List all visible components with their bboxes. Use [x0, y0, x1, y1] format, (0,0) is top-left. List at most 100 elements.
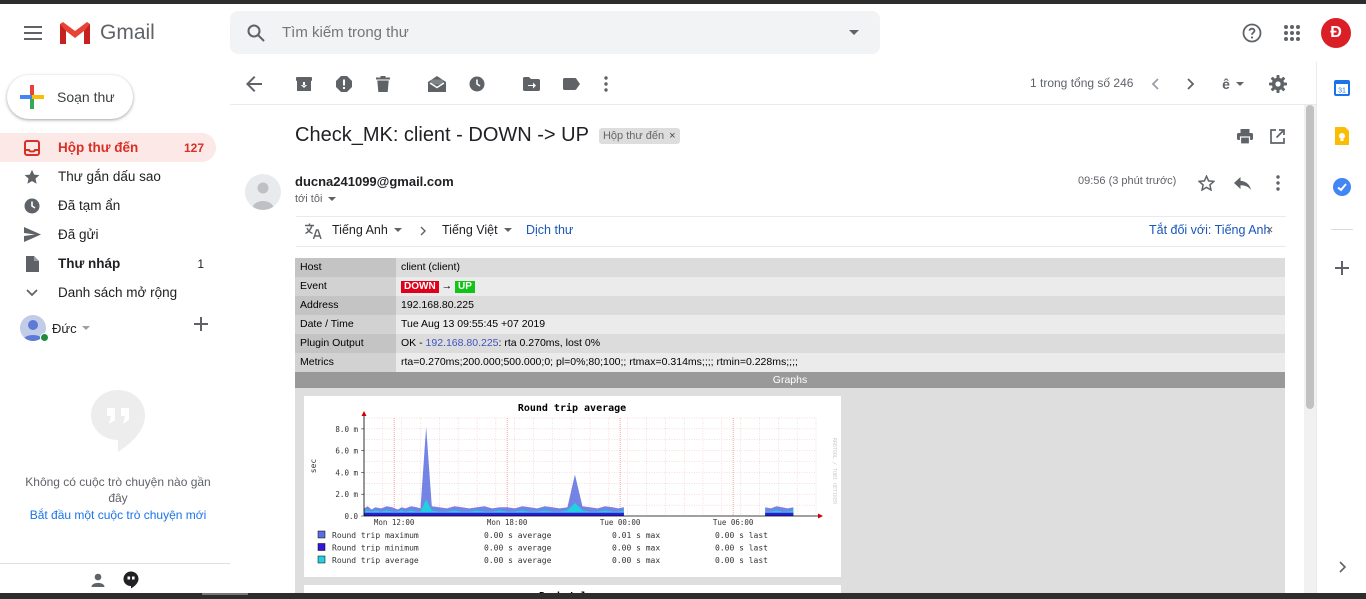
y-tick-label: 0.0 [344, 512, 358, 521]
report-spam-button[interactable] [333, 73, 355, 95]
gmail-logo[interactable]: Gmail [58, 17, 155, 49]
target-language-select[interactable]: Tiếng Việt [442, 223, 512, 237]
sidebar-item-inbox[interactable]: Hộp thư đến 127 [0, 133, 216, 162]
apps-button[interactable] [1278, 19, 1306, 47]
gear-icon [1269, 75, 1287, 93]
hangouts-user[interactable]: Đức [20, 315, 220, 342]
apps-grid-icon [1284, 25, 1300, 41]
host-address-link[interactable]: 192.168.80.225 [426, 337, 499, 349]
inbox-count: 127 [183, 140, 204, 155]
legend-name: Round trip maximum [332, 531, 419, 540]
keep-addon[interactable] [1332, 126, 1352, 146]
input-tools-button[interactable]: ê [1216, 73, 1250, 95]
help-button[interactable] [1238, 19, 1266, 47]
x-axis-arrow [818, 513, 823, 519]
input-tools-icon: ê [1222, 76, 1230, 92]
sidebar: Soạn thư Hộp thư đến 127 Thư gắn dấu sao… [0, 62, 230, 593]
sidebar-item-starred[interactable]: Thư gắn dấu sao [0, 162, 216, 191]
new-conversation-button[interactable] [194, 317, 208, 336]
row-key: Date / Time [295, 315, 396, 334]
rrdtool-watermark: RRDTOOL / TOBI OETIKER [831, 438, 837, 505]
reply-button[interactable] [1231, 172, 1253, 194]
delete-button[interactable] [372, 73, 394, 95]
open-new-window-button[interactable] [1268, 127, 1286, 145]
y-tick-label: 4.0 m [335, 468, 358, 477]
newer-button[interactable] [1144, 73, 1166, 95]
move-to-button[interactable] [520, 73, 542, 95]
search-options-button[interactable] [828, 29, 880, 36]
rtt-chart: Round trip average sec RRDTOOL / TOBI OETI… [309, 402, 837, 565]
hangouts-tab[interactable] [121, 570, 141, 590]
turn-off-translate-link[interactable]: Tắt đối với: Tiếng Anh [1149, 223, 1270, 237]
source-language-select[interactable]: Tiếng Anh [332, 223, 402, 237]
sender-avatar [245, 174, 281, 210]
compose-button[interactable]: Soạn thư [7, 75, 133, 119]
caret-down-icon [81, 325, 90, 330]
series-area [364, 426, 624, 516]
sidebar-item-drafts[interactable]: Thư nháp 1 [0, 249, 216, 278]
star-outline-icon [1197, 175, 1215, 191]
start-conversation-link[interactable]: Bắt đầu một cuộc trò chuyện mới [0, 508, 236, 522]
x-tick-label: Tue 00:00 [600, 518, 641, 527]
row-value: client (client) [396, 258, 1285, 277]
star-button[interactable] [1195, 172, 1217, 194]
sidebar-item-sent[interactable]: Đã gửi [0, 220, 216, 249]
person-icon [252, 182, 274, 210]
more-vert-icon [604, 76, 608, 92]
older-button[interactable] [1180, 73, 1202, 95]
draft-icon [25, 255, 39, 272]
archive-button[interactable] [293, 73, 315, 95]
table-row: Event DOWN → UP [295, 277, 1285, 296]
gmail-m-icon [60, 22, 90, 44]
back-button[interactable] [243, 73, 265, 95]
avatar-letter: Đ [1330, 24, 1342, 41]
message-scrollbar[interactable] [1304, 105, 1316, 593]
chevron-right-icon [1338, 561, 1346, 573]
show-side-panel-button[interactable] [1332, 557, 1352, 577]
get-addons-button[interactable] [1332, 258, 1352, 278]
account-avatar[interactable]: Đ [1321, 18, 1351, 48]
row-value: OK - 192.168.80.225: rta 0.270ms, lost 0… [396, 334, 1285, 353]
snooze-button[interactable] [466, 73, 488, 95]
legend-last: 0.00 s last [715, 544, 768, 553]
scrollbar-thumb[interactable] [1306, 105, 1314, 409]
print-button[interactable] [1236, 127, 1254, 145]
close-translate-button[interactable]: × [1266, 223, 1273, 237]
sidebar-item-snoozed[interactable]: Đã tạm ẩn [0, 191, 216, 220]
legend-average: 0.00 s average [484, 556, 552, 565]
translate-message-link[interactable]: Dịch thư [526, 223, 573, 237]
trash-icon [376, 76, 390, 92]
search-bar[interactable] [230, 11, 880, 54]
mark-unread-button[interactable] [426, 73, 448, 95]
compose-plus-icon [20, 85, 44, 109]
legend-swatch [317, 530, 326, 539]
recipient-toggle[interactable]: tới tôi [295, 193, 337, 205]
message-more-button[interactable] [1267, 172, 1289, 194]
y-axis-label: sec [309, 459, 318, 474]
svg-text:31: 31 [1338, 88, 1346, 95]
sender-email: ducna241099@gmail.com [295, 174, 454, 189]
main-menu-button[interactable] [18, 18, 48, 48]
remove-label-button[interactable]: × [669, 130, 675, 142]
table-row: Date / Time Tue Aug 13 09:55:45 +07 2019 [295, 315, 1285, 334]
tasks-addon[interactable] [1332, 177, 1352, 197]
caret-down-icon [393, 227, 402, 232]
row-value: DOWN → UP [396, 277, 1285, 296]
hangouts-bubble-icon [91, 390, 145, 452]
table-row: Metrics rta=0.270ms;200.000;500.000;0; p… [295, 353, 1285, 372]
legend-average: 0.00 s average [484, 531, 552, 540]
sidebar-item-more[interactable]: Danh sách mở rộng [0, 278, 216, 307]
reply-icon [1233, 176, 1251, 190]
label-button[interactable] [560, 73, 582, 95]
report-icon [336, 76, 352, 92]
settings-button[interactable] [1267, 73, 1289, 95]
plus-icon [1335, 261, 1349, 275]
search-input[interactable] [282, 24, 828, 41]
legend-average: 0.00 s average [484, 544, 552, 553]
translate-icon-wrap [305, 223, 322, 239]
more-actions-button[interactable] [595, 73, 617, 95]
contacts-tab[interactable] [88, 570, 108, 590]
search-button[interactable] [230, 24, 282, 42]
calendar-addon[interactable]: 31 [1332, 78, 1352, 98]
packet-loss-chart: Packet loss [539, 591, 605, 593]
